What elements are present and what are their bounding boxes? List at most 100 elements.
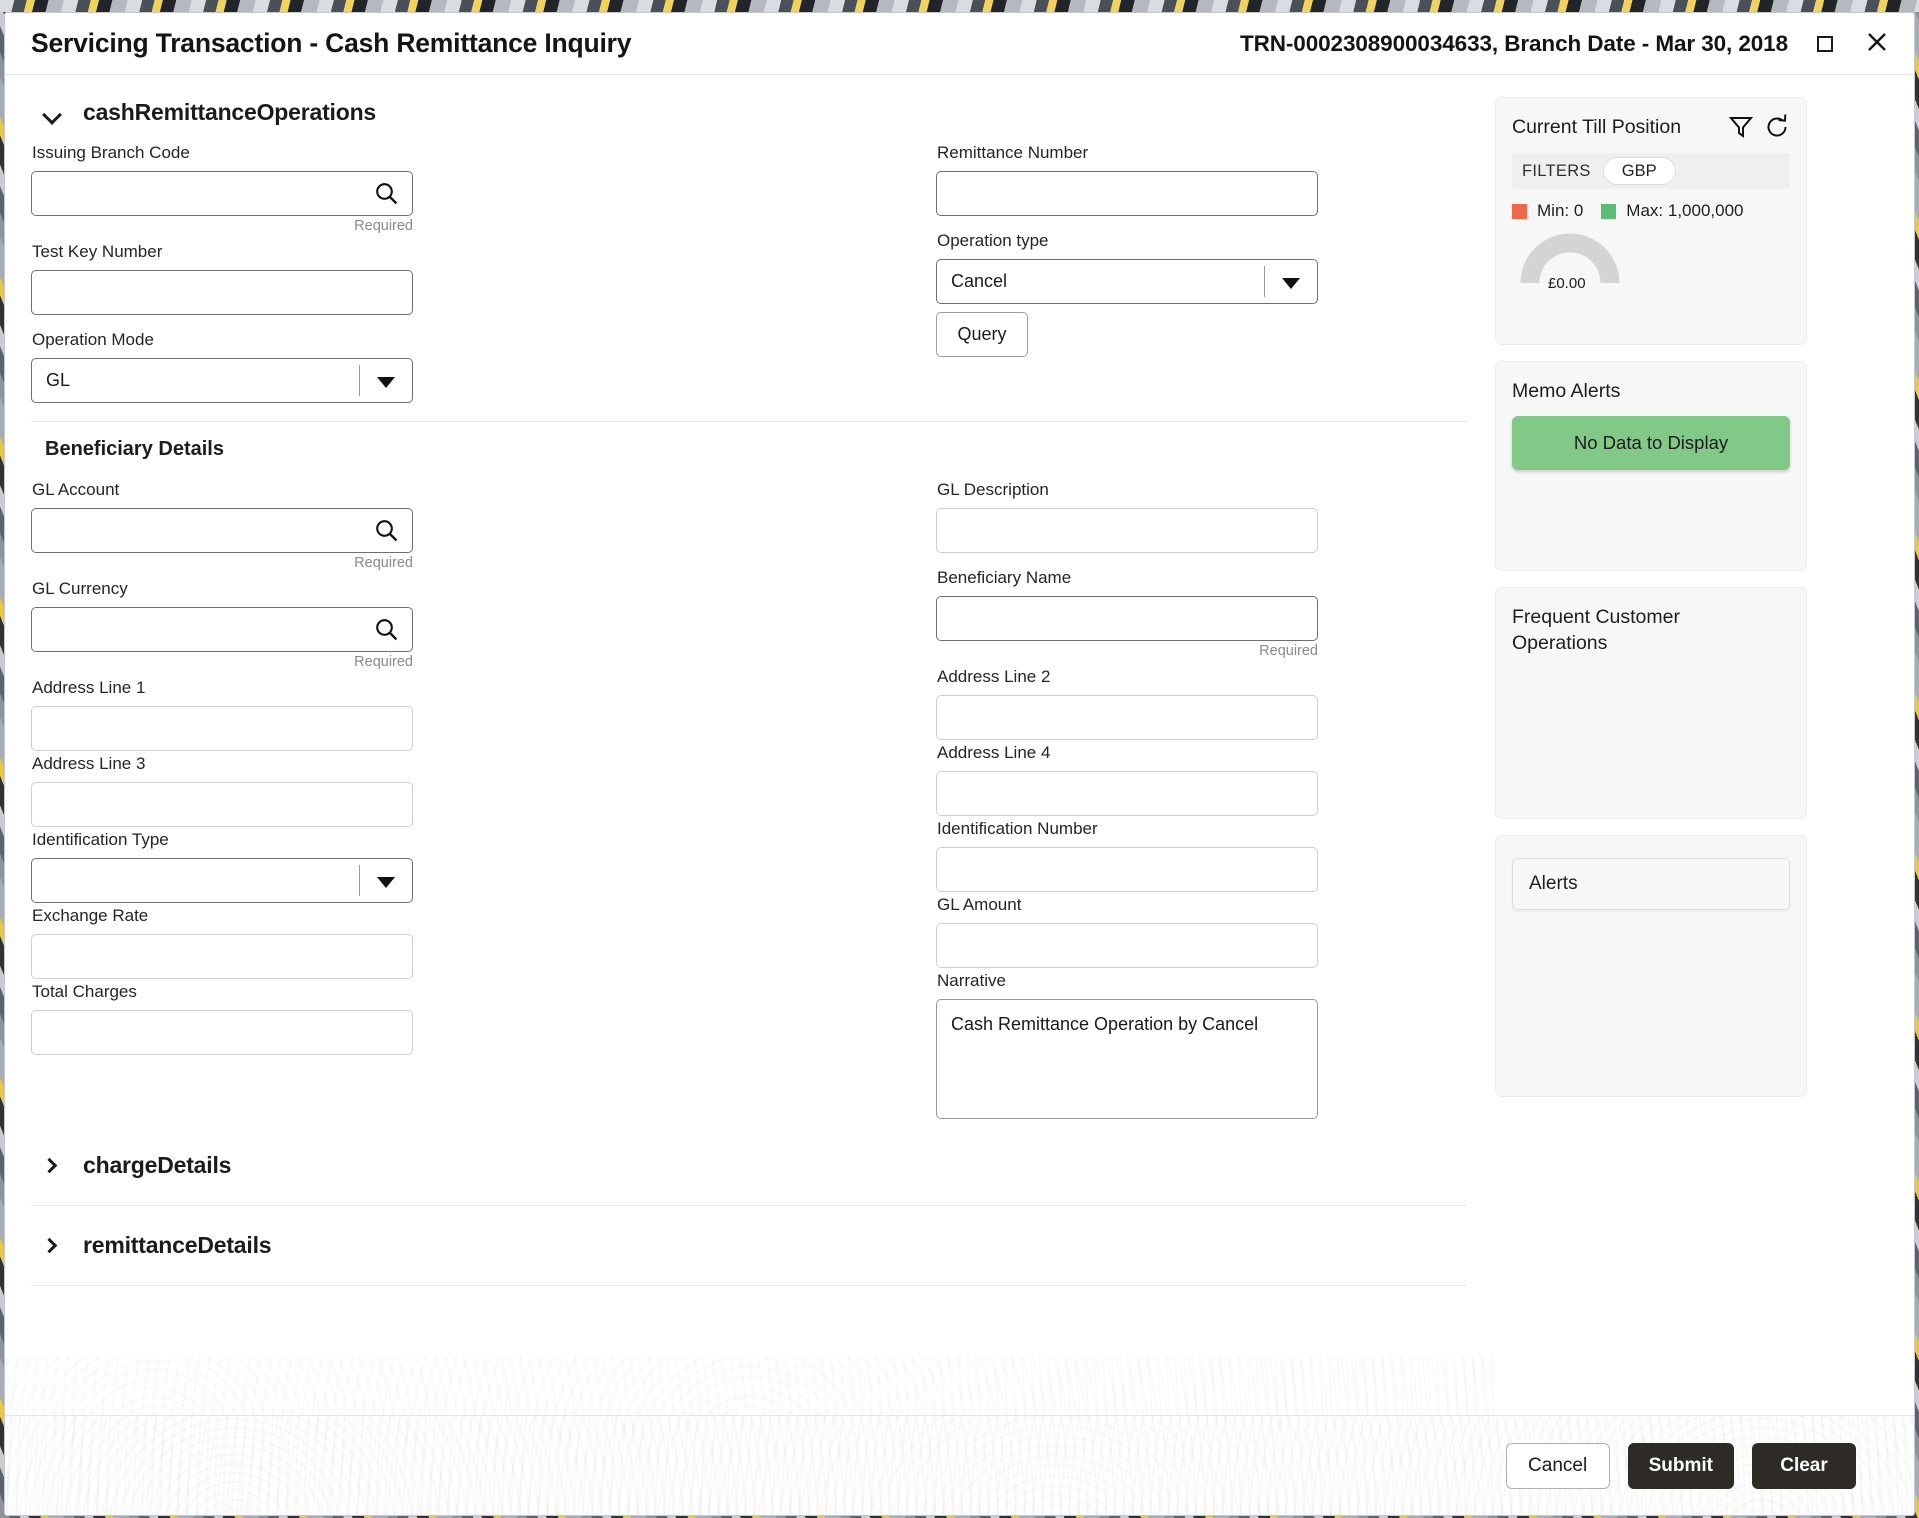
- current-till-position-card: Current Till Position FILTERS GBP Min: 0…: [1495, 97, 1807, 345]
- gl-amount-input[interactable]: [936, 923, 1318, 968]
- till-legend: Min: 0 Max: 1,000,000: [1512, 201, 1790, 221]
- address-line-4-input[interactable]: [936, 771, 1318, 816]
- total-charges-input[interactable]: [31, 1010, 413, 1055]
- label-gl-account: GL Account: [32, 480, 120, 499]
- address-line-1-input[interactable]: [31, 706, 413, 751]
- frequent-customer-operations-card: Frequent Customer Operations: [1495, 587, 1807, 819]
- field-identification-type: Identification Type: [31, 829, 413, 903]
- label-operation-type: Operation type: [937, 231, 1049, 250]
- currency-filter-chip[interactable]: GBP: [1602, 157, 1676, 185]
- alerts-box[interactable]: Alerts: [1512, 858, 1790, 910]
- operation-mode-value: GL: [46, 370, 71, 390]
- narrative-textarea[interactable]: Cash Remittance Operation by Cancel: [936, 999, 1318, 1119]
- search-icon[interactable]: [374, 617, 399, 642]
- gl-description-input[interactable]: [936, 508, 1318, 553]
- close-button[interactable]: [1862, 29, 1892, 59]
- field-total-charges: Total Charges: [31, 981, 413, 1055]
- chevron-right-icon: [41, 1237, 61, 1255]
- alerts-card: Alerts: [1495, 835, 1807, 1097]
- field-operation-mode: Operation Mode GL: [31, 329, 413, 403]
- section-header-charge-details[interactable]: chargeDetails: [31, 1126, 1467, 1206]
- label-remittance-number: Remittance Number: [937, 143, 1089, 162]
- operation-mode-select[interactable]: GL: [31, 358, 413, 403]
- page-title: Servicing Transaction - Cash Remittance …: [31, 28, 632, 58]
- select-divider: [359, 365, 360, 396]
- gl-account-input[interactable]: [31, 508, 413, 553]
- field-address-line-2: Address Line 2: [936, 666, 1318, 740]
- label-address-line-4: Address Line 4: [937, 743, 1051, 762]
- chevron-down-icon: [377, 376, 395, 388]
- charge-details-title: chargeDetails: [83, 1152, 232, 1178]
- issuing-branch-code-input[interactable]: [31, 171, 413, 216]
- identification-type-select[interactable]: [31, 858, 413, 903]
- exchange-rate-input[interactable]: [31, 934, 413, 979]
- select-divider: [359, 865, 360, 896]
- operation-type-value: Cancel: [951, 271, 1008, 291]
- address-line-2-input[interactable]: [936, 695, 1318, 740]
- till-gauge: £0.00: [1520, 227, 1620, 292]
- minimize-button[interactable]: [1810, 29, 1840, 59]
- select-divider: [1264, 266, 1265, 297]
- legend-swatch-max: [1601, 203, 1617, 219]
- helper-gl-account: Required: [354, 555, 413, 571]
- main-column-left: Issuing Branch Code Required Test Key Nu…: [31, 142, 413, 405]
- main-column-right: Remittance Number Operation type Cancel: [936, 142, 1318, 405]
- section-header-remittance-details[interactable]: remittanceDetails: [31, 1206, 1467, 1286]
- field-exchange-rate: Exchange Rate: [31, 905, 413, 979]
- gl-currency-input[interactable]: [31, 607, 413, 652]
- memo-alerts-banner[interactable]: No Data to Display: [1512, 416, 1790, 470]
- main-column-spacer: [501, 142, 846, 405]
- field-gl-account: GL Account Required: [31, 479, 413, 572]
- window-body: cashRemittanceOperations Issuing Branch …: [5, 75, 1914, 1515]
- field-narrative: Narrative Cash Remittance Operation by C…: [936, 970, 1318, 1124]
- helper-issuing-branch-code: Required: [354, 218, 413, 234]
- beneficiary-name-input[interactable]: [936, 596, 1318, 641]
- main-field-grid: Issuing Branch Code Required Test Key Nu…: [31, 136, 1467, 405]
- memo-alerts-card: Memo Alerts No Data to Display: [1495, 361, 1807, 571]
- beneficiary-column-right: GL Description Beneficiary Name Required…: [936, 479, 1318, 1126]
- query-button[interactable]: Query: [936, 312, 1028, 357]
- label-total-charges: Total Charges: [32, 982, 137, 1001]
- label-address-line-3: Address Line 3: [32, 754, 146, 773]
- identification-number-input[interactable]: [936, 847, 1318, 892]
- frequent-customer-operations-title: Frequent Customer Operations: [1512, 606, 1680, 654]
- filters-label: FILTERS: [1522, 161, 1591, 180]
- search-icon[interactable]: [374, 518, 399, 543]
- filters-bar: FILTERS GBP: [1512, 153, 1790, 189]
- field-address-line-1: Address Line 1: [31, 677, 413, 751]
- label-exchange-rate: Exchange Rate: [32, 906, 149, 925]
- subsection-title-beneficiary-details: Beneficiary Details: [45, 438, 224, 460]
- test-key-number-input[interactable]: [31, 270, 413, 315]
- field-issuing-branch-code: Issuing Branch Code Required: [31, 142, 413, 235]
- cancel-button[interactable]: Cancel: [1505, 1442, 1610, 1489]
- field-address-line-4: Address Line 4: [936, 742, 1318, 816]
- collapse-corners-icon: [1814, 33, 1836, 55]
- till-card-header: Current Till Position: [1512, 114, 1790, 140]
- search-icon[interactable]: [374, 181, 399, 206]
- operation-type-select[interactable]: Cancel: [936, 259, 1318, 304]
- funnel-icon[interactable]: [1728, 114, 1754, 140]
- remittance-number-input[interactable]: [936, 171, 1318, 216]
- field-identification-number: Identification Number: [936, 818, 1318, 892]
- chevron-right-icon: [41, 1157, 61, 1175]
- label-identification-type: Identification Type: [32, 830, 169, 849]
- form-scroll-region[interactable]: cashRemittanceOperations Issuing Branch …: [5, 75, 1495, 1286]
- label-gl-currency: GL Currency: [32, 579, 128, 598]
- form-bottom-decoration: [5, 1357, 1495, 1415]
- chevron-down-icon: [43, 104, 61, 122]
- address-line-3-input[interactable]: [31, 782, 413, 827]
- section-title: cashRemittanceOperations: [83, 99, 377, 125]
- label-address-line-2: Address Line 2: [937, 667, 1051, 686]
- clear-button[interactable]: Clear: [1752, 1442, 1856, 1489]
- legend-min-label: Min: 0: [1537, 201, 1584, 220]
- label-beneficiary-name: Beneficiary Name: [937, 568, 1072, 587]
- label-address-line-1: Address Line 1: [32, 678, 146, 697]
- submit-button[interactable]: Submit: [1627, 1442, 1734, 1489]
- label-operation-mode: Operation Mode: [32, 330, 154, 349]
- helper-beneficiary-name: Required: [1259, 643, 1318, 659]
- label-identification-number: Identification Number: [937, 819, 1098, 838]
- field-gl-amount: GL Amount: [936, 894, 1318, 968]
- section-header-cash-remittance-operations[interactable]: cashRemittanceOperations: [31, 97, 1467, 136]
- till-gauge-value: £0.00: [1548, 275, 1586, 292]
- refresh-icon[interactable]: [1764, 114, 1790, 140]
